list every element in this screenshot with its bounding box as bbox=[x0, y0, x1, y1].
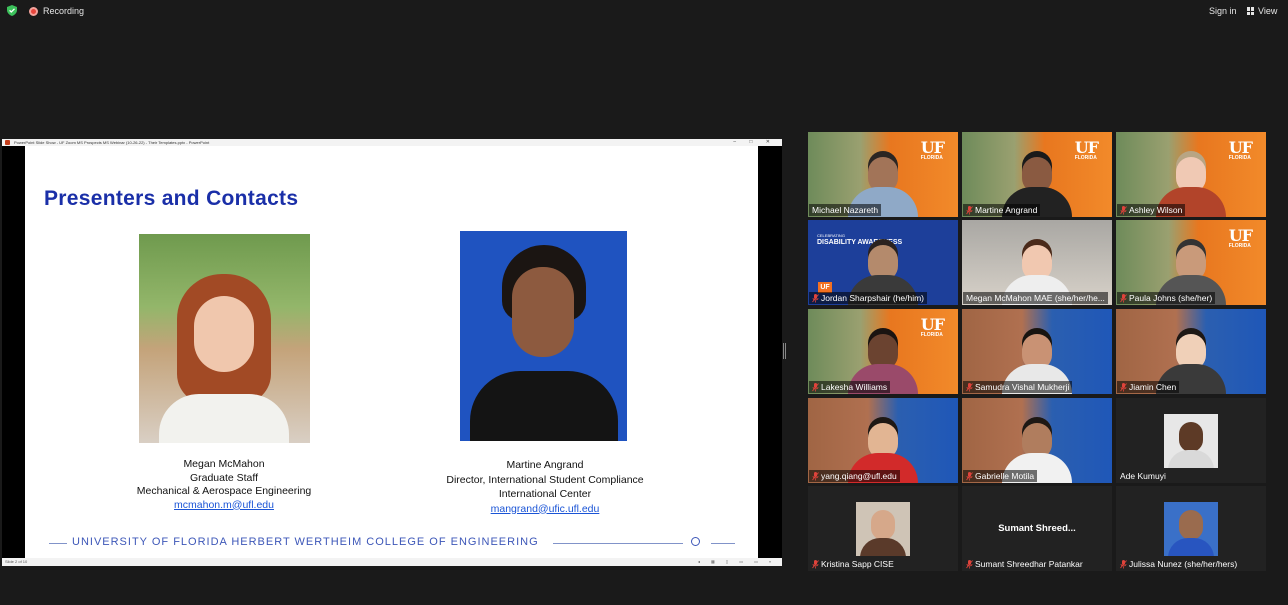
mic-muted-icon bbox=[966, 382, 973, 391]
presenter-name: Martine Angrand bbox=[506, 459, 584, 471]
powerpoint-logo-icon bbox=[5, 140, 10, 145]
participant-tile[interactable]: Samudra Vishal Mukherji bbox=[962, 309, 1112, 394]
slide: Presenters and Contacts Megan McMahon Gr… bbox=[25, 146, 758, 558]
participant-tile[interactable]: UF FLORIDA Paula Johns (she/her) bbox=[1116, 220, 1266, 305]
presenter-photo-martine bbox=[460, 231, 627, 441]
presenter-dept: International Center bbox=[498, 488, 592, 500]
presenter-role: Director, International Student Complian… bbox=[446, 473, 644, 486]
participant-name-label: Ade Kumuyi bbox=[1120, 471, 1166, 481]
slide-frame: Presenters and Contacts Megan McMahon Gr… bbox=[2, 146, 782, 558]
view-label: View bbox=[1258, 6, 1278, 16]
participant-tile[interactable]: Ade Kumuyi bbox=[1116, 398, 1266, 483]
participant-name-label: Kristina Sapp CISE bbox=[809, 558, 897, 570]
participant-display-name: Sumant Shreed... bbox=[998, 523, 1076, 534]
zoom-window: Recording Sign in View PowerPoint Slide … bbox=[0, 0, 1288, 605]
mic-muted-icon bbox=[966, 471, 973, 480]
participant-name-label: Sumant Shreedhar Patankar bbox=[963, 558, 1086, 570]
view-button[interactable]: View bbox=[1247, 6, 1277, 16]
mic-muted-icon bbox=[812, 559, 819, 568]
participant-name-label: Megan McMahon MAE (she/her/he... bbox=[963, 292, 1108, 304]
presenter-email-link[interactable]: mcmahon.m@ufl.edu bbox=[174, 499, 274, 511]
participant-tile[interactable]: CELEBRATING DISABILITY AWARENESS UF Jordan … bbox=[808, 220, 958, 305]
uf-logo-icon: UF FLORIDA bbox=[1228, 138, 1253, 161]
college-logo-icon bbox=[691, 537, 700, 546]
uf-logo-icon: UF FLORIDA bbox=[920, 138, 945, 161]
window-title: PowerPoint Slide Show - UF Zoom MS Prosp… bbox=[14, 140, 210, 145]
presenter-caption-1: Megan McMahon Graduate Staff Mechanical … bbox=[109, 458, 339, 512]
participant-tile[interactable]: UF FLORIDA Lakesha Williams bbox=[808, 309, 958, 394]
participant-name-label: yang.qiang@ufl.edu bbox=[809, 470, 900, 482]
participant-tile[interactable]: UF FLORIDA Ashley Wilson bbox=[1116, 132, 1266, 217]
participant-tile[interactable]: Jiamin Chen bbox=[1116, 309, 1266, 394]
mic-muted-icon bbox=[812, 471, 819, 480]
presenter-name: Megan McMahon bbox=[183, 458, 265, 470]
participant-name-label: Ashley Wilson bbox=[1117, 204, 1186, 216]
participant-tile[interactable]: Julissa Nunez (she/her/hers) bbox=[1116, 486, 1266, 571]
presenter-role: Graduate Staff bbox=[189, 471, 259, 484]
shared-screen: PowerPoint Slide Show - UF Zoom MS Prosp… bbox=[2, 139, 782, 566]
presenter-email-link[interactable]: mangrand@ufic.ufl.edu bbox=[491, 503, 600, 515]
recording-label: Recording bbox=[43, 6, 85, 16]
participant-tile[interactable]: UF FLORIDA Martine Angrand bbox=[962, 132, 1112, 217]
mic-muted-icon bbox=[1120, 382, 1127, 391]
window-controls[interactable]: – □ ✕ bbox=[733, 139, 776, 146]
view-controls[interactable]: ◂ ▦ ▯ ▭ ▭ ▿ bbox=[698, 558, 776, 566]
recording-dot-icon bbox=[29, 6, 38, 16]
presenter-dept: Mechanical & Aerospace Engineering bbox=[136, 485, 312, 497]
participant-name-label: Lakesha Williams bbox=[809, 381, 891, 393]
participant-name-label: Jiamin Chen bbox=[1117, 381, 1180, 393]
uf-logo-icon: UF FLORIDA bbox=[920, 315, 945, 338]
participant-tile[interactable]: yang.qiang@ufl.edu bbox=[808, 398, 958, 483]
split-resize-handle[interactable] bbox=[783, 343, 786, 359]
presenter-caption-2: Martine Angrand Director, International … bbox=[415, 458, 675, 516]
grid-view-icon bbox=[1247, 7, 1255, 15]
participant-name-label: Martine Angrand bbox=[963, 204, 1041, 216]
slide-counter: Slide 2 of 10 bbox=[5, 559, 28, 564]
profile-photo bbox=[856, 502, 910, 556]
profile-photo bbox=[1164, 502, 1218, 556]
participant-tile[interactable]: Gabrielle Motila bbox=[962, 398, 1112, 483]
mic-muted-icon bbox=[1120, 293, 1127, 302]
participant-name-label: Jordan Sharpshair (he/him) bbox=[809, 292, 927, 304]
participant-tile[interactable]: Kristina Sapp CISE bbox=[808, 486, 958, 571]
sign-in-button[interactable]: Sign in bbox=[1209, 6, 1237, 16]
disability-awareness-banner: CELEBRATING DISABILITY AWARENESS bbox=[817, 233, 903, 246]
slide-title: Presenters and Contacts bbox=[44, 187, 299, 210]
participant-name-label: Michael Nazareth bbox=[809, 204, 882, 216]
participant-tile[interactable]: UF FLORIDA Michael Nazareth bbox=[808, 132, 958, 217]
recording-indicator[interactable]: Recording bbox=[29, 6, 84, 16]
footer-rule-right bbox=[553, 543, 683, 544]
footer-rule-left bbox=[49, 543, 67, 544]
mic-muted-icon bbox=[1120, 205, 1127, 214]
mic-muted-icon bbox=[966, 205, 973, 214]
powerpoint-status-bar: Slide 2 of 10 ◂ ▦ ▯ ▭ ▭ ▿ bbox=[2, 558, 782, 566]
powerpoint-title-bar: PowerPoint Slide Show - UF Zoom MS Prosp… bbox=[2, 139, 782, 146]
mic-muted-icon bbox=[1120, 559, 1127, 568]
mic-muted-icon bbox=[812, 382, 819, 391]
participant-tile[interactable]: Megan McMahon MAE (she/her/he... bbox=[962, 220, 1112, 305]
participant-name-label: Samudra Vishal Mukherji bbox=[963, 381, 1073, 393]
participant-tile[interactable]: Sumant Shreed... Sumant Shreedhar Patanka… bbox=[962, 486, 1112, 571]
participant-name-label: Gabrielle Motila bbox=[963, 470, 1038, 482]
top-bar: Recording Sign in View bbox=[0, 0, 1288, 22]
footer-rule-end bbox=[711, 543, 735, 544]
shield-check-icon[interactable] bbox=[7, 5, 17, 16]
mic-muted-icon bbox=[966, 559, 973, 568]
slide-footer: UNIVERSITY OF FLORIDA HERBERT WERTHEIM C… bbox=[72, 536, 539, 548]
uf-logo-icon: UF FLORIDA bbox=[1228, 226, 1253, 249]
uf-logo-icon: UF FLORIDA bbox=[1074, 138, 1099, 161]
mic-muted-icon bbox=[812, 293, 819, 302]
profile-photo bbox=[1164, 414, 1218, 468]
participant-name-label: Paula Johns (she/her) bbox=[1117, 292, 1216, 304]
presenter-photo-megan bbox=[139, 234, 310, 443]
participant-name-label: Julissa Nunez (she/her/hers) bbox=[1117, 558, 1240, 570]
